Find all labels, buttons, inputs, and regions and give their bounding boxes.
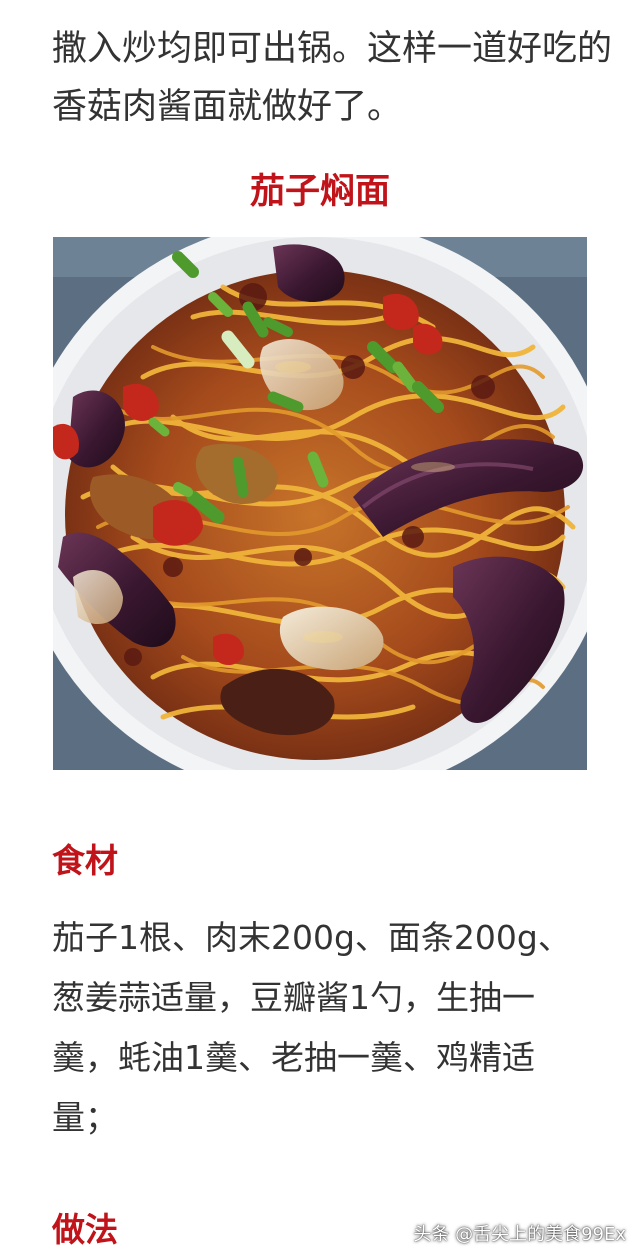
ingredients-heading: 食材 [52, 841, 118, 880]
watermark: 头条 @舌尖上的美食99Ex [413, 1224, 626, 1245]
ingredients-list: 茄子1根、肉末200g、面条200g、葱姜蒜适量，豆瓣酱1勺，生抽一羹，蚝油1羹… [52, 918, 571, 1137]
dish-photo [53, 237, 587, 770]
intro-paragraph: 撒入炒均即可出锅。这样一道好吃的香菇肉酱面就做好了。 [52, 29, 613, 127]
recipe-title: 茄子焖面 [249, 172, 390, 212]
method-heading: 做法 [52, 1210, 118, 1249]
